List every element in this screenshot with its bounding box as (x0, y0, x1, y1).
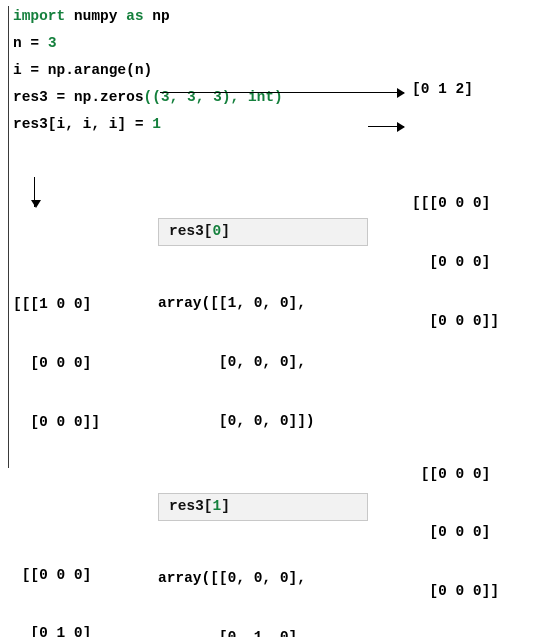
snippet-res3-1: res3[1] array([[0, 0, 0], [0, 1, 0], [0,… (158, 493, 398, 637)
code-line-import: import numpy as np (13, 6, 378, 33)
snippet-res3-0: res3[0] array([[1, 0, 0], [0, 0, 0], [0,… (158, 218, 398, 471)
zeros-block-1: [[0 0 0] [0 0 0] [0 0 0]] (412, 426, 537, 637)
arrow-set-output (34, 177, 35, 207)
res3-set-block-1: [[0 0 0] [0 1 0] [0 0 0]] (13, 527, 109, 637)
code-line-n: n = 3 (13, 33, 378, 60)
arrow-zeros-output (368, 126, 404, 127)
snippet-out-0: array([[1, 0, 0], [0, 0, 0], [0, 0, 0]]) (158, 256, 398, 471)
code-line-set: res3[i, i, i] = 1 (13, 114, 378, 141)
output-res3-set: [[[1 0 0] [0 0 0] [0 0 0]] [[0 0 0] [0 1… (13, 218, 109, 637)
snippet-out-1: array([[0, 0, 0], [0, 1, 0], [0, 0, 0]]) (158, 531, 398, 637)
snippet-box-1: res3[1] (158, 493, 368, 521)
snippet-box-0: res3[0] (158, 218, 368, 246)
output-zeros: [[[0 0 0] [0 0 0] [0 0 0]] [[0 0 0] [0 0… (412, 117, 537, 637)
arrow-arange-output (160, 92, 404, 93)
page-root: import numpy as np n = 3 i = np.arange(n… (0, 0, 543, 637)
output-i: [0 1 2] (412, 82, 473, 98)
res3-set-block-0: [[[1 0 0] [0 0 0] [0 0 0]] (13, 257, 109, 472)
zeros-block-0: [[[0 0 0] [0 0 0] [0 0 0]] (412, 156, 537, 371)
snippets-area: res3[0] array([[1, 0, 0], [0, 0, 0], [0,… (158, 218, 398, 637)
code-line-arange: i = np.arange(n) (13, 60, 378, 87)
